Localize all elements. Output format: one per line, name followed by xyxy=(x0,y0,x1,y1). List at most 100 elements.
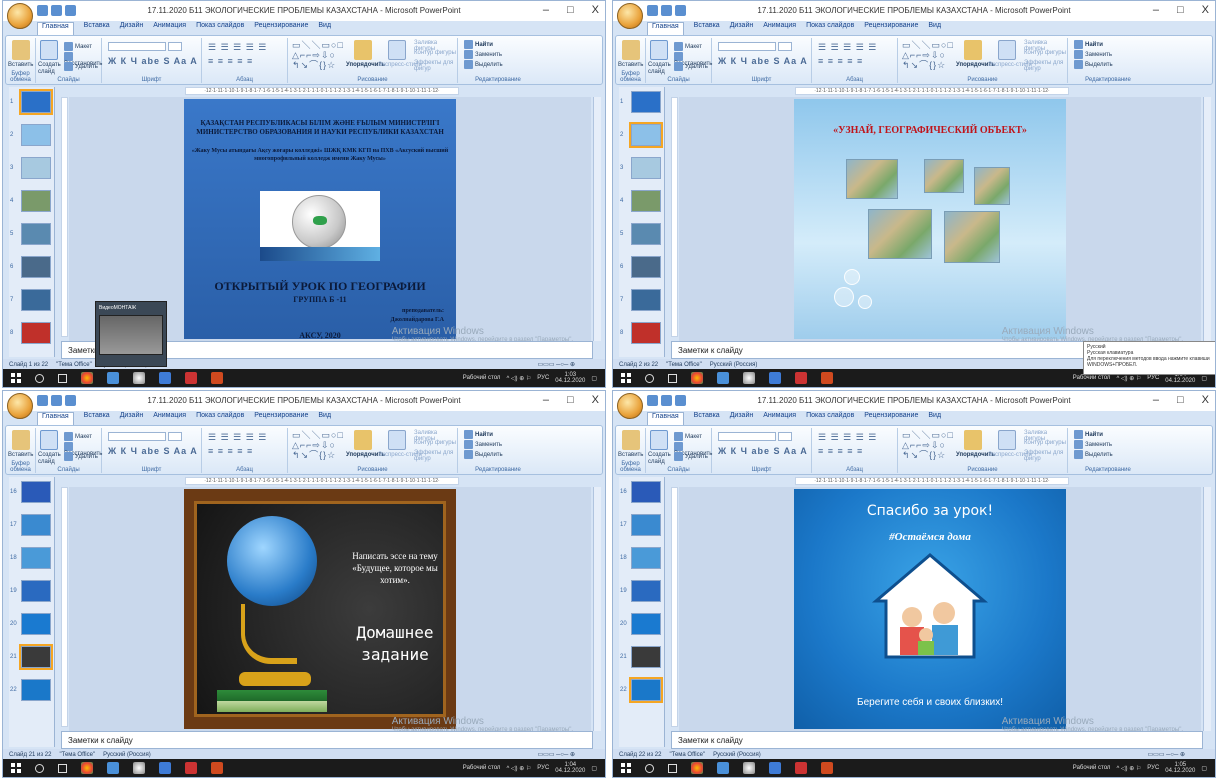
current-slide[interactable]: Спасибо за урок! #Остаёмся дома Берегите… xyxy=(794,489,1066,729)
quick-styles-icon[interactable] xyxy=(388,430,406,450)
alignment-buttons[interactable]: ≡ ≡ ≡ ≡ ≡ xyxy=(208,446,253,456)
maximize-button[interactable]: □ xyxy=(1177,4,1184,16)
tab-review[interactable]: Рецензирование xyxy=(864,22,918,35)
shape-effects-button[interactable]: Эффекты для фигур xyxy=(414,60,457,72)
notifications-icon[interactable]: ▢ xyxy=(591,765,597,772)
arrange-icon[interactable] xyxy=(354,430,372,450)
paste-icon[interactable] xyxy=(12,430,30,450)
tray-icons[interactable]: ^ ◁) ⊕ ⚐ xyxy=(1116,765,1141,772)
tab-home[interactable]: Главная xyxy=(37,22,74,35)
office-button[interactable] xyxy=(617,393,643,419)
slide-thumbnail[interactable] xyxy=(21,514,51,536)
paragraph-buttons[interactable]: ☰ ☰ ☰ ☰ ☰ xyxy=(208,432,267,442)
shapes-gallery[interactable]: ▭＼＼▭○□ △⌐⌐⇨⇩○ ↰↘⌒{}☆ xyxy=(292,430,344,460)
font-format-buttons[interactable]: Ж К Ч abe S Aa A xyxy=(108,446,198,456)
alignment-buttons[interactable]: ≡ ≡ ≡ ≡ ≡ xyxy=(208,56,253,66)
tab-view[interactable]: Вид xyxy=(928,22,941,35)
slide-thumbnail[interactable] xyxy=(21,223,51,245)
video-editor-icon[interactable] xyxy=(795,762,807,774)
app-icon[interactable] xyxy=(769,762,781,774)
slide-thumbnail[interactable] xyxy=(631,481,661,503)
slide-editing-area[interactable]: Спасибо за урок! #Остаёмся дома Берегите… xyxy=(679,487,1201,731)
minimize-button[interactable]: – xyxy=(1153,394,1159,406)
shape-outline-button[interactable]: Контур фигуры xyxy=(414,50,456,56)
slide-thumbnail[interactable] xyxy=(631,646,661,668)
settings-icon[interactable] xyxy=(133,372,145,384)
tab-design[interactable]: Дизайн xyxy=(120,22,144,35)
replace-button[interactable]: Заменить xyxy=(464,50,502,59)
font-size-select[interactable] xyxy=(168,42,182,51)
layout-button[interactable]: Макет xyxy=(674,42,702,51)
shape-effects-button[interactable]: Эффекты для фигур xyxy=(1024,450,1067,462)
slide-thumbnail[interactable] xyxy=(631,580,661,602)
search-icon[interactable] xyxy=(35,763,44,773)
alignment-buttons[interactable]: ≡ ≡ ≡ ≡ ≡ xyxy=(818,446,863,456)
new-slide-button[interactable]: Создать слайд xyxy=(38,452,62,466)
shapes-gallery[interactable]: ▭＼＼▭○□ △⌐⌐⇨⇩○ ↰↘⌒{}☆ xyxy=(292,40,344,70)
slide-thumbnail[interactable] xyxy=(631,91,661,113)
alignment-buttons[interactable]: ≡ ≡ ≡ ≡ ≡ xyxy=(818,56,863,66)
select-button[interactable]: Выделить xyxy=(464,450,503,459)
zoom-slider[interactable]: ▭▭▭ ─○─ ⊕ xyxy=(1148,751,1186,758)
video-editor-icon[interactable] xyxy=(185,372,197,384)
start-icon[interactable] xyxy=(621,373,631,383)
delete-button[interactable]: Удалить xyxy=(64,452,98,461)
slide-thumbnails-panel[interactable]: 1 2 3 4 5 6 7 8 xyxy=(9,87,55,357)
find-button[interactable]: Найти xyxy=(464,40,493,49)
slide-thumbnail[interactable] xyxy=(629,677,663,703)
chrome-icon[interactable] xyxy=(691,372,703,384)
task-view-icon[interactable] xyxy=(668,763,677,773)
slide-thumbnail[interactable] xyxy=(631,223,661,245)
slide-editing-area[interactable]: «УЗНАЙ, ГЕОГРАФИЧЕСКИЙ ОБЪЕКТ» xyxy=(679,97,1201,341)
file-explorer-icon[interactable] xyxy=(107,372,119,384)
paragraph-buttons[interactable]: ☰ ☰ ☰ ☰ ☰ xyxy=(208,42,267,52)
quick-styles-icon[interactable] xyxy=(998,430,1016,450)
settings-icon[interactable] xyxy=(743,372,755,384)
layout-button[interactable]: Макет xyxy=(64,432,92,441)
input-language[interactable]: РУС xyxy=(1147,375,1159,381)
slide-thumbnail[interactable] xyxy=(631,613,661,635)
clock[interactable]: 1:05 04.12.2020 xyxy=(1165,762,1195,774)
file-explorer-icon[interactable] xyxy=(107,762,119,774)
search-icon[interactable] xyxy=(35,373,44,383)
tab-insert[interactable]: Вставка xyxy=(694,22,720,35)
tab-review[interactable]: Рецензирование xyxy=(254,412,308,425)
slide-thumbnail[interactable] xyxy=(629,122,663,148)
font-name-select[interactable] xyxy=(108,432,166,441)
new-slide-button[interactable]: Создать слайд xyxy=(648,62,672,76)
slide-thumbnails-panel[interactable]: 16 17 18 19 20 21 22 xyxy=(9,477,55,747)
start-icon[interactable] xyxy=(11,373,21,383)
slide-thumbnail[interactable] xyxy=(21,481,51,503)
new-slide-button[interactable]: Создать слайд xyxy=(648,452,672,466)
tab-design[interactable]: Дизайн xyxy=(120,412,144,425)
powerpoint-taskbar-icon[interactable] xyxy=(211,762,223,774)
slide-thumbnail[interactable] xyxy=(21,256,51,278)
start-icon[interactable] xyxy=(621,763,631,773)
tab-animation[interactable]: Анимация xyxy=(153,22,186,35)
language-indicator[interactable]: Русский (Россия) xyxy=(103,752,151,758)
desktop-label[interactable]: Рабочий стол xyxy=(1073,765,1111,771)
app-icon[interactable] xyxy=(769,372,781,384)
tab-animation[interactable]: Анимация xyxy=(763,412,796,425)
layout-button[interactable]: Макет xyxy=(674,432,702,441)
tab-home[interactable]: Главная xyxy=(647,412,684,425)
notes-pane[interactable]: Заметки к слайду xyxy=(61,731,593,749)
app-icon[interactable] xyxy=(159,372,171,384)
office-button[interactable] xyxy=(7,3,33,29)
settings-icon[interactable] xyxy=(133,762,145,774)
tab-insert[interactable]: Вставка xyxy=(84,22,110,35)
file-explorer-icon[interactable] xyxy=(717,372,729,384)
tab-animation[interactable]: Анимация xyxy=(153,412,186,425)
chrome-icon[interactable] xyxy=(81,372,93,384)
paste-icon[interactable] xyxy=(622,430,640,450)
powerpoint-taskbar-icon[interactable] xyxy=(211,372,223,384)
zoom-slider[interactable]: ▭▭▭ ─○─ ⊕ xyxy=(538,751,576,758)
maximize-button[interactable]: □ xyxy=(567,4,574,16)
slide-thumbnail[interactable] xyxy=(21,190,51,212)
notifications-icon[interactable]: ▢ xyxy=(1201,765,1207,772)
close-button[interactable]: X xyxy=(592,4,599,16)
vertical-scrollbar[interactable] xyxy=(593,97,601,341)
tab-home[interactable]: Главная xyxy=(37,412,74,425)
replace-button[interactable]: Заменить xyxy=(464,440,502,449)
file-explorer-icon[interactable] xyxy=(717,762,729,774)
